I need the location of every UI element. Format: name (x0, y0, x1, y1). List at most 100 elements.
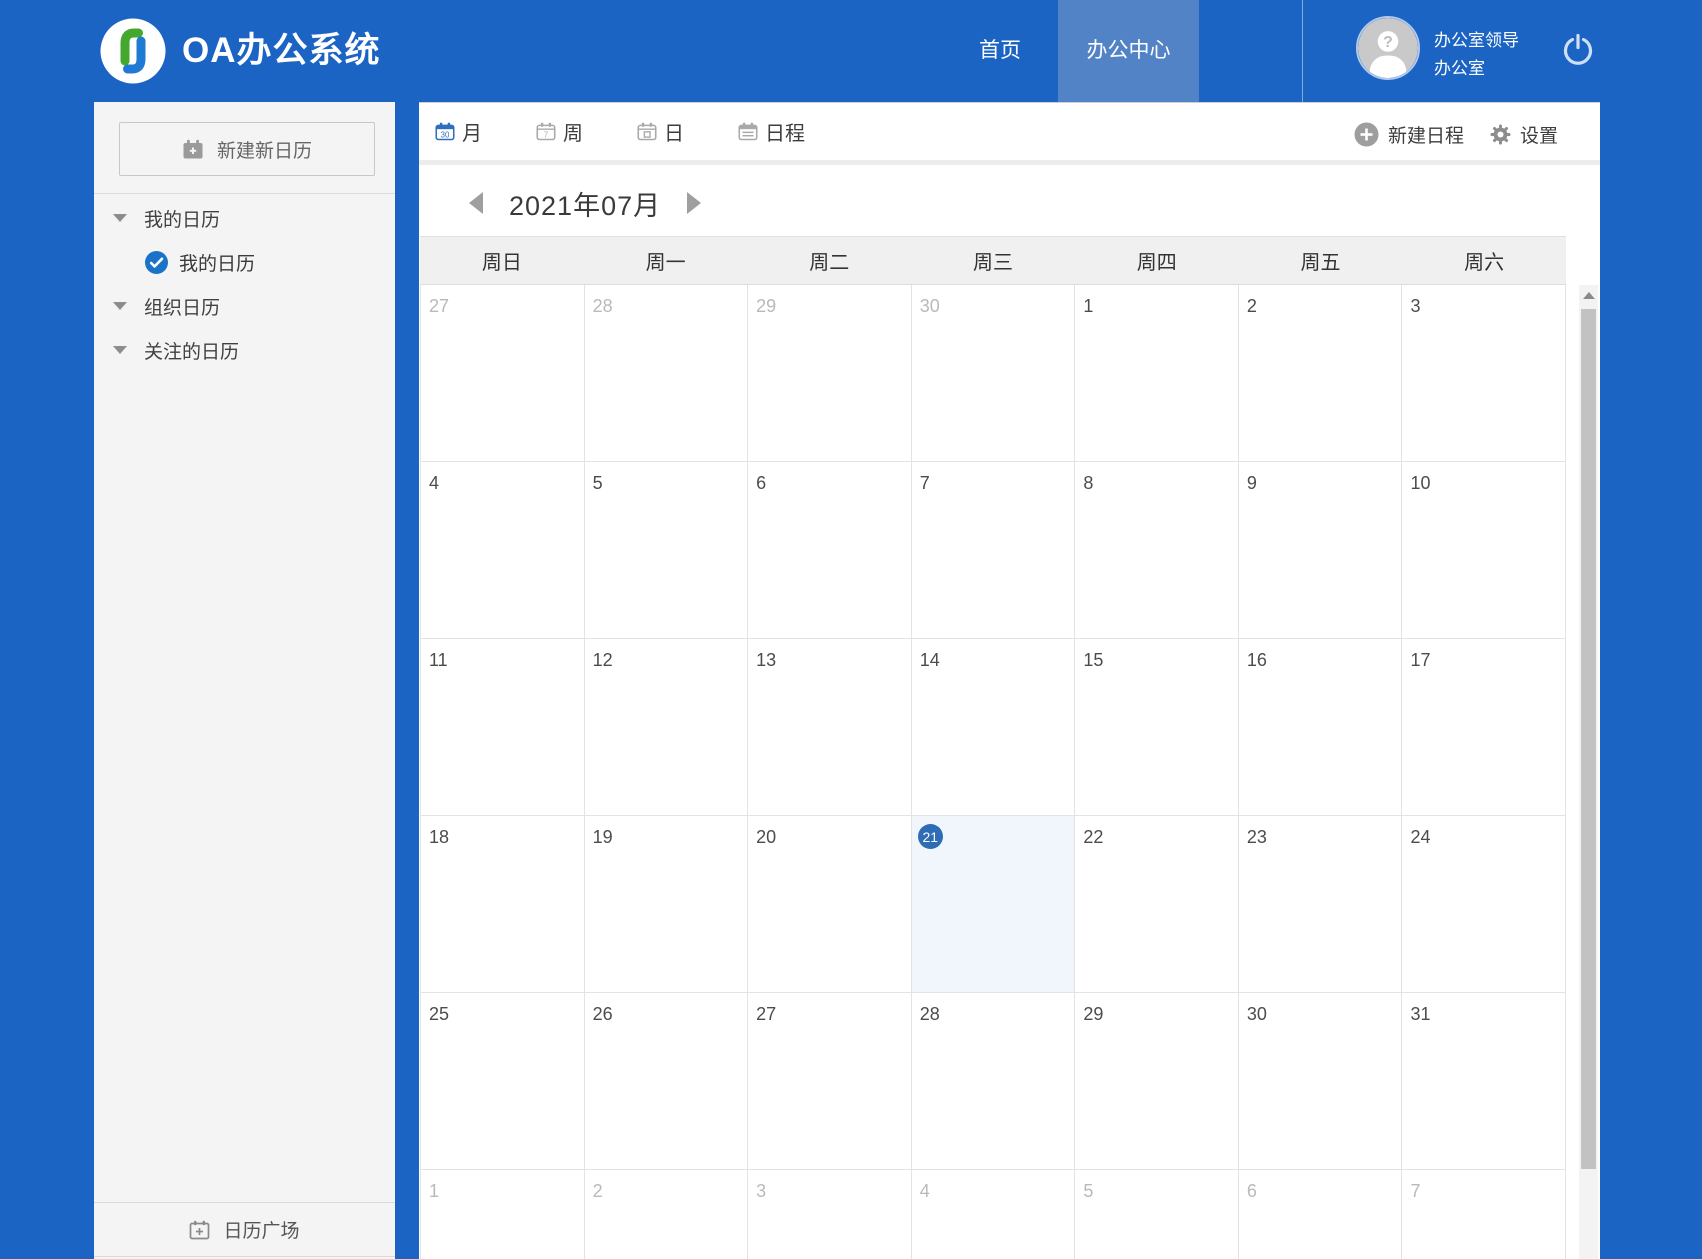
calendar-day-cell[interactable]: 6 (748, 462, 912, 639)
weekday-cell: 周三 (973, 252, 1014, 274)
calendar-week-row: 27 28 29 30 1 2 3 (421, 285, 1566, 462)
weekday-cell: 周五 (1300, 252, 1341, 274)
settings-button[interactable]: 设置 (1490, 121, 1558, 148)
calendar-day-cell[interactable]: 13 (748, 639, 912, 816)
calendar-day-cell[interactable]: 7 (911, 462, 1076, 639)
day-number: 2 (592, 1181, 603, 1201)
calendar-day-cell[interactable]: 19 (584, 816, 749, 993)
calendar-day-cell[interactable]: 5 (584, 462, 749, 639)
weekday-cell: 周一 (645, 252, 686, 274)
day-number: 18 (429, 827, 450, 847)
view-tab-agenda[interactable]: 日程 (738, 117, 805, 146)
header-divider (1302, 0, 1303, 102)
weekday-cell: 周日 (481, 252, 522, 274)
view-tab-week[interactable]: 7周 (536, 117, 583, 146)
user-name: 办公室领导 (1434, 31, 1519, 50)
triangle-up-icon (1582, 292, 1595, 299)
page: { "app": { "title": "OA办公系统" }, "header"… (0, 0, 1702, 1259)
calendar-day-cell[interactable]: 11 (421, 639, 585, 816)
day-number: 29 (1083, 1004, 1104, 1024)
calendar-day-cell[interactable]: 15 (1075, 639, 1239, 816)
calendar-day-cell[interactable]: 3 (1402, 285, 1566, 462)
tree-group-org-calendars[interactable]: 组织日历 (94, 284, 395, 328)
calendar-day-cell[interactable]: 9 (1238, 462, 1403, 639)
calendar-day-cell-today[interactable]: 21 (911, 816, 1076, 993)
view-tab-label: 周 (563, 123, 583, 145)
day-number: 29 (756, 296, 777, 316)
tree-group-label: 关注的日历 (144, 341, 240, 363)
toolbar: 30 月 7 周 日 日程 新建日程 设置 (419, 103, 1600, 165)
check-circle-icon[interactable] (145, 250, 168, 274)
scrollbar[interactable] (1579, 285, 1598, 1259)
calendar-day-cell[interactable]: 1 (421, 1170, 585, 1259)
day-number: 22 (1083, 827, 1104, 847)
calendar-day-cell[interactable]: 2 (1238, 285, 1403, 462)
new-event-button[interactable]: 新建日程 (1354, 121, 1464, 148)
day-number: 8 (1083, 473, 1094, 493)
tree-group-label: 我的日历 (144, 209, 221, 231)
calendar-day-cell[interactable]: 4 (421, 462, 585, 639)
calendar-agenda-icon (738, 122, 758, 141)
day-number: 27 (756, 1004, 777, 1024)
calendar-day-cell[interactable]: 16 (1238, 639, 1403, 816)
calendar-day-cell[interactable]: 12 (584, 639, 749, 816)
view-tab-day[interactable]: 日 (637, 117, 684, 146)
tree-group-followed-calendars[interactable]: 关注的日历 (94, 328, 395, 372)
calendar-day-cell[interactable]: 22 (1075, 816, 1239, 993)
calendar-day-cell[interactable]: 28 (584, 285, 749, 462)
calendar-day-cell[interactable]: 6 (1239, 1170, 1403, 1259)
calendar-day-cell[interactable]: 25 (421, 993, 585, 1170)
calendar-day-cell[interactable]: 17 (1402, 639, 1566, 816)
calendar-day-cell[interactable]: 30 (1238, 993, 1403, 1170)
prev-month-button[interactable] (469, 192, 483, 214)
calendar-day-cell[interactable]: 30 (911, 285, 1076, 462)
calendar-day-cell[interactable]: 23 (1238, 816, 1403, 993)
calendar-day-cell[interactable]: 29 (1075, 993, 1239, 1170)
day-number: 7 (1410, 1181, 1421, 1201)
nav-item-home[interactable]: 首页 (948, 0, 1052, 102)
view-tab-month[interactable]: 30 月 (435, 117, 482, 146)
calendar-day-cell[interactable]: 2 (585, 1170, 749, 1259)
calendar-day-cell[interactable]: 26 (584, 993, 749, 1170)
calendar-week-row: 18 19 20 21 22 23 24 (421, 816, 1566, 993)
tree-group-label: 组织日历 (144, 297, 221, 319)
calendar-day-cell[interactable]: 20 (748, 816, 912, 993)
weekday-cell: 周二 (809, 252, 850, 274)
day-number: 17 (1410, 650, 1431, 670)
scrollbar-thumb[interactable] (1581, 309, 1596, 1169)
day-number: 27 (429, 296, 450, 316)
day-number: 26 (592, 1004, 613, 1024)
user-department: 办公室 (1434, 59, 1485, 78)
avatar[interactable]: ? (1356, 16, 1420, 80)
calendar-day-cell[interactable]: 8 (1075, 462, 1239, 639)
calendar-day-icon (637, 122, 657, 141)
calendar-day-cell[interactable]: 14 (911, 639, 1076, 816)
nav-item-office-center[interactable]: 办公中心 (1058, 0, 1199, 102)
day-number: 5 (592, 473, 603, 493)
scroll-up-button[interactable] (1579, 285, 1598, 306)
next-month-button[interactable] (687, 192, 702, 214)
svg-text:?: ? (1383, 34, 1393, 51)
calendar-day-cell[interactable]: 27 (421, 285, 585, 462)
power-icon[interactable] (1560, 31, 1596, 67)
calendar-day-cell[interactable]: 28 (911, 993, 1076, 1170)
calendar-day-cell[interactable]: 1 (1075, 285, 1239, 462)
calendar-day-cell[interactable]: 7 (1402, 1170, 1566, 1259)
tree-group-my-calendars[interactable]: 我的日历 (94, 196, 395, 240)
calendar-plaza-item[interactable]: 日历广场 (94, 1202, 395, 1257)
new-calendar-button[interactable]: 新建新日历 (119, 122, 375, 176)
calendar-day-cell[interactable]: 4 (912, 1170, 1076, 1259)
calendar-day-cell[interactable]: 29 (748, 285, 912, 462)
calendar-day-cell[interactable]: 31 (1402, 993, 1566, 1170)
day-number: 6 (756, 473, 767, 493)
calendar-day-cell[interactable]: 10 (1402, 462, 1566, 639)
view-tab-label: 日 (664, 123, 684, 145)
calendar-day-cell[interactable]: 3 (748, 1170, 912, 1259)
calendar-item[interactable]: 我的日历 (94, 240, 395, 284)
calendar-day-cell[interactable]: 18 (421, 816, 585, 993)
day-number: 4 (919, 1181, 930, 1201)
calendar-day-cell[interactable]: 24 (1402, 816, 1566, 993)
day-number: 25 (429, 1004, 450, 1024)
calendar-day-cell[interactable]: 5 (1075, 1170, 1239, 1259)
calendar-day-cell[interactable]: 27 (748, 993, 912, 1170)
